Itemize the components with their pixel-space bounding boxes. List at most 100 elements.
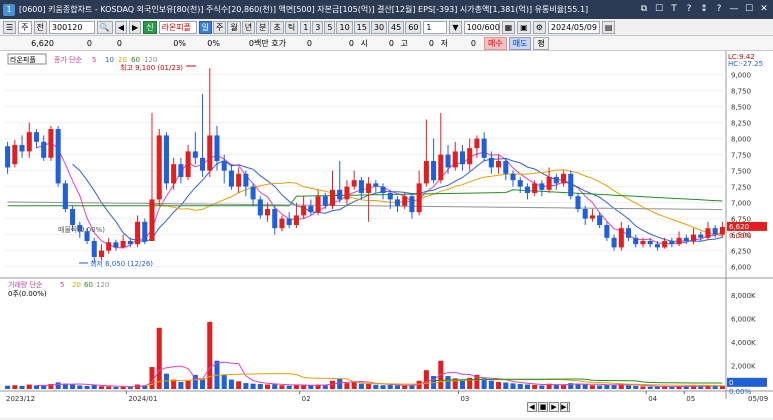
x-axis-label: 02 [302,395,311,403]
stock-label: 라온피플 [10,55,36,64]
period-button-4[interactable]: 분 [256,20,270,34]
candle-body [532,183,538,193]
interval-button-6[interactable]: 45 [388,20,405,34]
price-y-tick: 7,250 [731,184,751,192]
period-button-2[interactable]: 월 [227,20,241,34]
volume-bar [127,387,133,389]
candle-body [416,183,422,213]
candle-body [611,237,617,248]
interval-button-2[interactable]: 5 [324,20,336,34]
stock-code-input[interactable]: 300120 [48,20,95,34]
scroll-prev-button[interactable]: ◀ [527,402,537,412]
candle-body [647,241,653,245]
next-arrow-icon[interactable]: ▶ [129,20,142,34]
candle-body [272,209,278,229]
candle-body [633,237,639,245]
ma-period-120: 120 [144,56,157,64]
interval-button-5[interactable]: 30 [370,20,388,34]
x-axis-label: 05 [686,395,695,403]
price-y-tick: 6,000 [731,264,751,272]
window-control-8[interactable]: ✕ [759,3,769,15]
candle-body [676,237,682,245]
interval-button-1[interactable]: 3 [312,20,324,34]
prev-arrow-icon[interactable]: ◀ [114,20,128,34]
candle-body [12,145,18,165]
candle-body [163,135,169,184]
candle-body [654,244,660,248]
window-control-5[interactable]: ? [714,3,724,15]
prev-button[interactable]: 전 [33,20,47,34]
volume-bar [185,380,191,389]
volume-bar [26,384,32,389]
candle-body [329,189,336,206]
reset-button[interactable]: ▼ [449,20,462,34]
chart-svg[interactable]: 9,000 8,750 8,500 8,250 8,000 7,750 7,500 7,250… [0,51,773,418]
high-tag: 고 [400,38,408,48]
interval-button-4[interactable]: 15 [353,20,370,34]
window-control-7[interactable]: ☐ [744,3,754,15]
save-icon[interactable]: ▣ [517,20,531,34]
volume-bar [228,379,234,389]
candle-body [510,173,516,181]
count-input[interactable]: 1 [423,20,448,34]
volume-bar [387,384,393,389]
low-value: 0 [428,38,434,48]
volume-bar [532,384,538,389]
search-icon[interactable]: 🔍 [96,20,113,34]
interval-button-3[interactable]: 10 [336,20,353,34]
candle-body [344,186,350,200]
x-axis-label: 2023/12 [6,395,35,403]
volume-bar [243,383,249,389]
candle-body [438,154,444,181]
buy-button[interactable]: 매수 [484,36,507,50]
volume-bar [524,384,530,389]
volume-bar [488,380,494,389]
stock-type-button[interactable]: 주 [18,20,32,34]
sell-button[interactable]: 매도 [508,36,532,50]
balance-button[interactable]: 평 [533,36,549,50]
chart-area[interactable]: 9,000 8,750 8,500 8,250 8,000 7,750 7,500 7,250… [0,51,773,418]
candle-body [452,151,458,168]
period-button-0[interactable]: 일 [198,20,212,34]
window-control-2[interactable]: T [669,3,679,15]
interval-button-7[interactable]: 60 [405,20,422,34]
candle-body [683,237,689,241]
period-button-3[interactable]: 년 [241,20,256,34]
window-control-6[interactable]: — [729,3,739,15]
candle-body [337,189,343,200]
menu-icon[interactable]: ☰ [3,20,17,34]
trade-amount: 0백만 호가 [248,38,286,48]
volume-bar [91,384,97,389]
candle-body [228,170,234,187]
candle-body [5,146,11,168]
grid-icon[interactable]: ▦ [501,20,516,34]
date-input[interactable]: 2024/05/09 [547,20,600,34]
volume-bar [647,386,653,389]
interval-button-0[interactable]: 1 [300,20,312,34]
chart-toolbar: ☰ 주 전 300120 🔍 ◀ ▶ 신 라온피플 일주월년분초틱 1 3 5 10 1… [0,19,773,36]
candle-body [431,161,437,181]
range-input[interactable]: 100/600 [463,20,500,34]
scroll-next-button[interactable]: ▶ [549,402,559,412]
period-button-1[interactable]: 주 [212,20,227,34]
scroll-pause-button[interactable]: ■ [538,402,548,412]
period-button-6[interactable]: 틱 [284,20,299,34]
candle-body [221,161,227,171]
volume-bar [423,370,429,389]
scroll-end-button[interactable]: ▶| [560,402,570,412]
window-control-1[interactable]: ☐ [654,3,664,15]
period-button-5[interactable]: 초 [270,20,284,34]
calendar-icon[interactable]: ▤ [601,20,616,34]
window-control-4[interactable]: ↕ [699,3,709,15]
volume-bar [394,385,401,389]
window-control-0[interactable]: ⧉ [639,3,649,15]
candle-body [402,196,408,206]
volume-y-tick: 8,000K [731,292,756,300]
settings-icon[interactable]: ⚙ [532,20,546,34]
window-control-3[interactable]: ? [684,3,694,15]
candle-body [373,183,379,187]
high-marker: 최고 9,100 (01/23) [120,63,183,72]
open-tag: 시 [360,38,368,48]
candle-body [568,173,574,197]
candle-body [488,157,494,168]
